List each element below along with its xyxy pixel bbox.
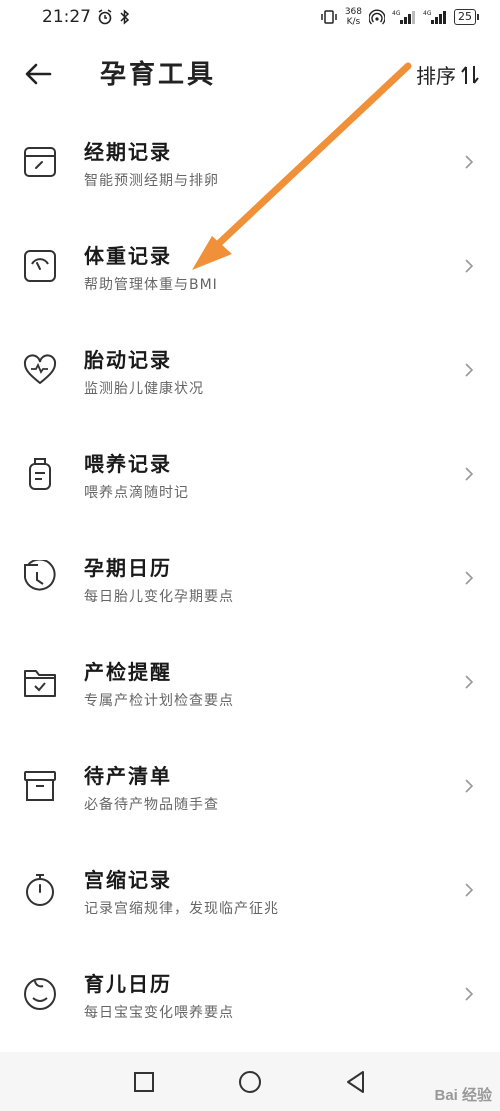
tool-title: 经期记录	[84, 140, 172, 164]
tool-title: 孕期日历	[84, 556, 172, 580]
tool-title: 待产清单	[84, 764, 172, 788]
tool-desc: 专属产检计划检查要点	[84, 693, 234, 709]
tool-item-parenting-calendar[interactable]: 育儿日历 每日宝宝变化喂养要点	[0, 938, 500, 1042]
tool-item-weight[interactable]: 体重记录 帮助管理体重与BMI	[0, 210, 500, 314]
tool-list: 经期记录 智能预测经期与排卵 体重记录 帮助管理体重与BMI 胎动记录 监测胎儿…	[0, 106, 500, 1042]
home-button[interactable]	[236, 1068, 264, 1096]
status-bar: 21:27 368 K/s 4G 4G 25	[0, 0, 500, 34]
header: 孕育工具 排序	[0, 44, 500, 104]
archive-box-icon	[24, 771, 56, 801]
tool-desc: 喂养点滴随时记	[84, 485, 189, 501]
chevron-right-icon	[465, 571, 474, 585]
signal-icon-1: 4G	[392, 10, 415, 24]
tool-item-period[interactable]: 经期记录 智能预测经期与排卵	[0, 106, 500, 210]
stopwatch-icon	[26, 874, 54, 906]
heart-pulse-icon	[23, 354, 57, 385]
tool-item-fetal-movement[interactable]: 胎动记录 监测胎儿健康状况	[0, 314, 500, 418]
page-title: 孕育工具	[100, 60, 217, 90]
watermark: Bai 经验	[434, 1087, 492, 1104]
status-left: 21:27	[42, 7, 131, 27]
chevron-right-icon	[465, 363, 474, 377]
tool-title: 体重记录	[84, 244, 172, 268]
chevron-right-icon	[465, 675, 474, 689]
battery-indicator: 25	[454, 9, 479, 25]
net-speed: 368 K/s	[345, 7, 362, 27]
bottle-icon	[29, 458, 51, 490]
tool-item-prenatal-reminder[interactable]: 产检提醒 专属产检计划检查要点	[0, 626, 500, 730]
tool-title: 胎动记录	[84, 348, 172, 372]
calendar-icon	[24, 147, 56, 177]
net-speed-value: 368	[344, 7, 362, 17]
nav-bar: Bai 经验	[0, 1052, 500, 1111]
status-time: 21:27	[42, 7, 91, 27]
chevron-right-icon	[465, 155, 474, 169]
tool-title: 宫缩记录	[84, 868, 172, 892]
tool-item-hospital-bag[interactable]: 待产清单 必备待产物品随手查	[0, 730, 500, 834]
signal-icon-2: 4G	[423, 10, 446, 24]
back-button[interactable]	[342, 1068, 370, 1096]
vibrate-icon	[321, 10, 337, 24]
tool-item-pregnancy-calendar[interactable]: 孕期日历 每日胎儿变化孕期要点	[0, 522, 500, 626]
tool-title: 喂养记录	[84, 452, 172, 476]
tool-desc: 必备待产物品随手查	[84, 797, 219, 813]
chevron-right-icon	[465, 779, 474, 793]
tool-title: 产检提醒	[84, 660, 172, 684]
chevron-right-icon	[465, 467, 474, 481]
status-right: 368 K/s 4G 4G 25	[320, 7, 479, 27]
recent-apps-button[interactable]	[130, 1068, 158, 1096]
bluetooth-icon	[120, 9, 130, 25]
tool-desc: 智能预测经期与排卵	[84, 173, 219, 189]
alarm-icon	[98, 9, 112, 25]
tool-item-contraction[interactable]: 宫缩记录 记录宫缩规律，发现临产征兆	[0, 834, 500, 938]
hotspot-icon	[369, 9, 385, 25]
tool-item-feeding[interactable]: 喂养记录 喂养点滴随时记	[0, 418, 500, 522]
chevron-right-icon	[465, 259, 474, 273]
svg-text:4G: 4G	[392, 10, 401, 17]
baby-face-icon	[24, 978, 56, 1010]
folder-check-icon	[24, 670, 56, 697]
tool-desc: 帮助管理体重与BMI	[84, 277, 218, 293]
tool-desc: 每日胎儿变化孕期要点	[84, 589, 234, 605]
sort-icon	[461, 65, 479, 84]
tool-title: 育儿日历	[84, 972, 172, 996]
sort-button[interactable]: 排序	[416, 60, 480, 89]
svg-text:4G: 4G	[423, 10, 432, 17]
back-arrow-icon[interactable]	[22, 58, 54, 90]
tool-desc: 记录宫缩规律，发现临产征兆	[84, 901, 279, 917]
chevron-right-icon	[465, 987, 474, 1001]
tool-desc: 每日宝宝变化喂养要点	[84, 1005, 234, 1021]
sort-label: 排序	[416, 64, 456, 88]
chevron-right-icon	[465, 883, 474, 897]
clock-icon	[24, 560, 56, 591]
tool-desc: 监测胎儿健康状况	[84, 381, 204, 397]
scale-icon	[24, 250, 56, 282]
net-speed-unit: K/s	[346, 17, 361, 27]
